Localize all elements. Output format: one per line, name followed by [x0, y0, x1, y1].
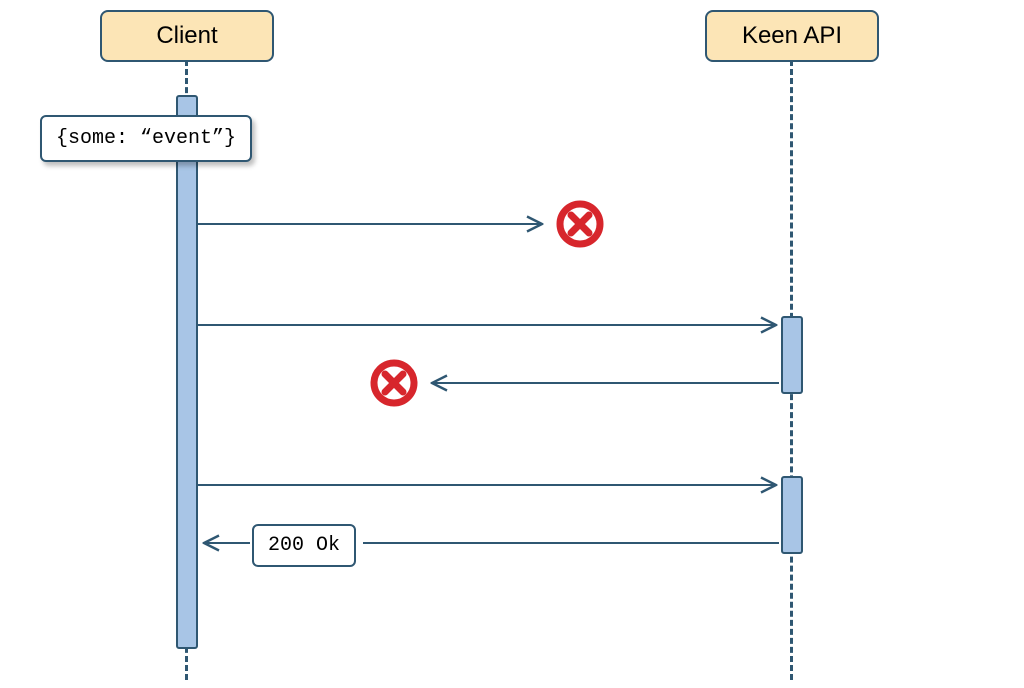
participant-server: Keen API	[705, 10, 879, 62]
note-ok: 200 Ok	[252, 524, 356, 567]
activation-server-1	[781, 316, 803, 394]
activation-client	[176, 95, 198, 649]
sequence-diagram: Client Keen API {some: “event”} 200 Ok	[0, 0, 1024, 688]
arrows-overlay	[0, 0, 1024, 688]
error-icon	[374, 363, 414, 403]
activation-server-2	[781, 476, 803, 554]
participant-client: Client	[100, 10, 274, 62]
note-event: {some: “event”}	[40, 115, 252, 162]
error-icon	[560, 204, 600, 244]
